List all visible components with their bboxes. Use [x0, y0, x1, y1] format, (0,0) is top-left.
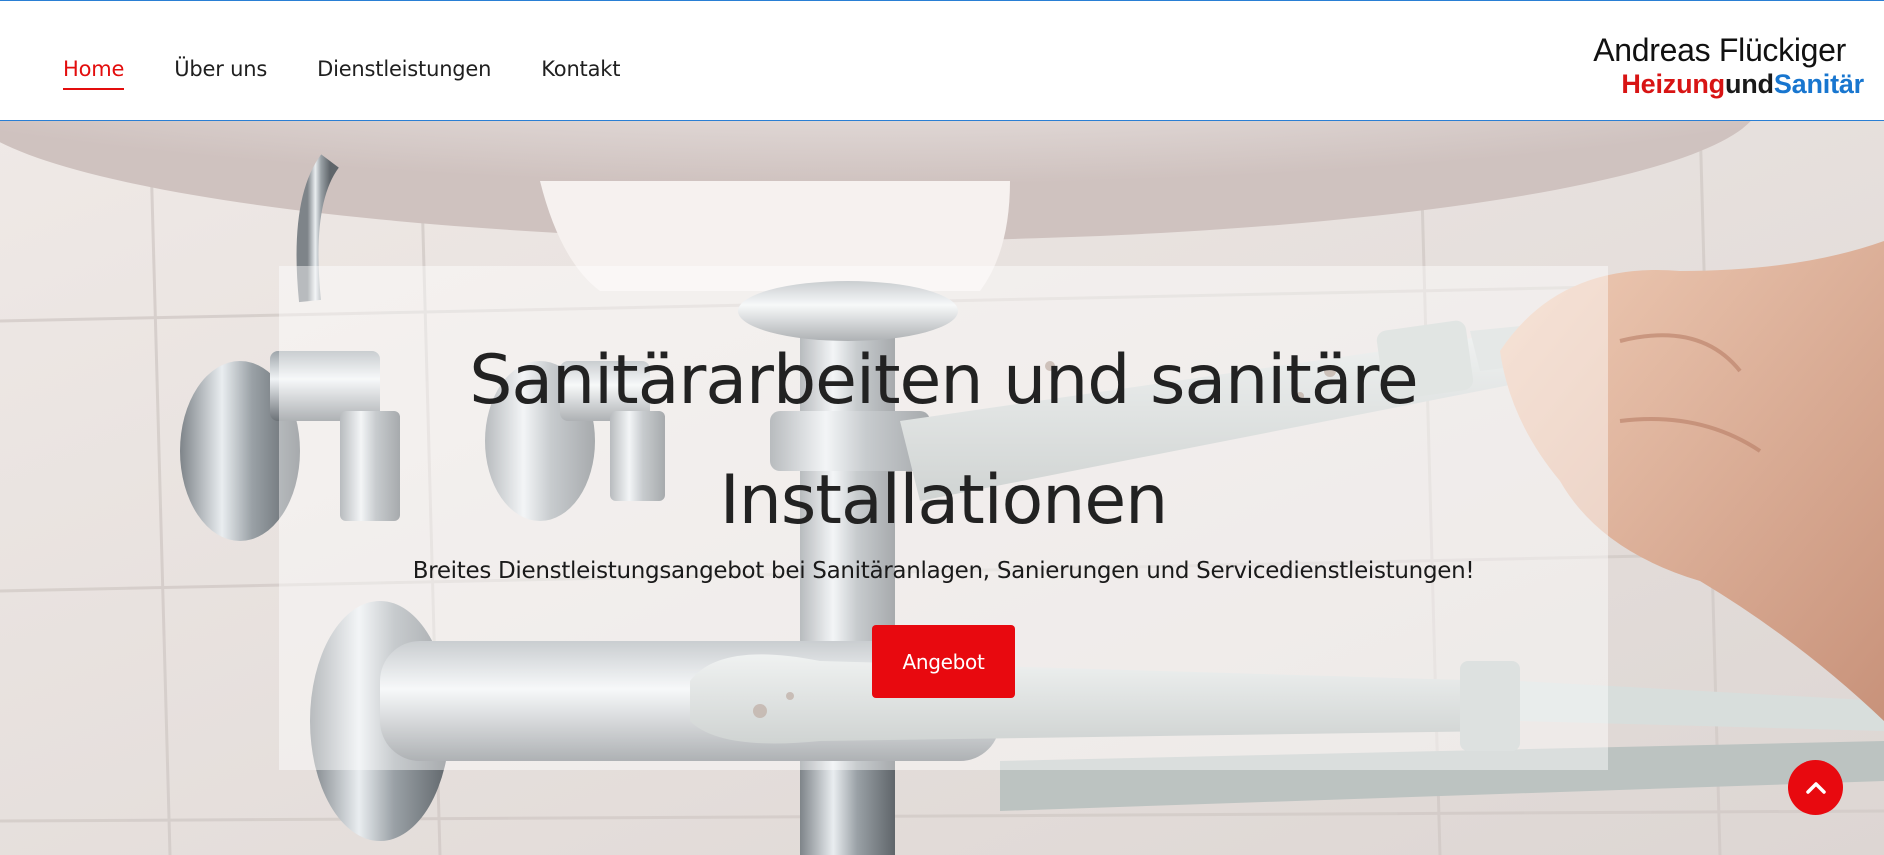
hero-title: Sanitärarbeiten und sanitäre Installatio… — [469, 341, 1419, 540]
main-nav: Home Über uns Dienstleistungen Kontakt — [63, 57, 670, 90]
logo-tagline: HeizungundSanitär — [1584, 69, 1864, 99]
chevron-up-icon — [1805, 781, 1826, 794]
page: Home Über uns Dienstleistungen Kontakt A… — [0, 0, 1884, 855]
site-header: Home Über uns Dienstleistungen Kontakt A… — [0, 0, 1884, 121]
logo-tagline-und: und — [1724, 69, 1774, 99]
nav-item-ueber-uns[interactable]: Über uns — [174, 57, 267, 90]
nav-item-kontakt[interactable]: Kontakt — [541, 57, 620, 90]
hero-subtitle: Breites Dienstleistungsangebot bei Sanit… — [412, 558, 1475, 584]
hero-section: Sanitärarbeiten und sanitäre Installatio… — [0, 121, 1884, 855]
angebot-button[interactable]: Angebot — [872, 625, 1015, 698]
hero-content-panel: Sanitärarbeiten und sanitäre Installatio… — [279, 266, 1608, 770]
logo-company-name: Andreas Flückiger — [1593, 32, 1846, 68]
nav-item-home[interactable]: Home — [63, 57, 125, 90]
logo-tagline-heizung: Heizung — [1621, 69, 1725, 99]
logo-tagline-sanitaer: Sanitär — [1773, 69, 1864, 99]
nav-item-dienstleistungen[interactable]: Dienstleistungen — [317, 57, 491, 90]
scroll-to-top-button[interactable] — [1788, 760, 1843, 815]
company-logo[interactable]: Andreas Flückiger HeizungundSanitär — [1584, 31, 1864, 99]
